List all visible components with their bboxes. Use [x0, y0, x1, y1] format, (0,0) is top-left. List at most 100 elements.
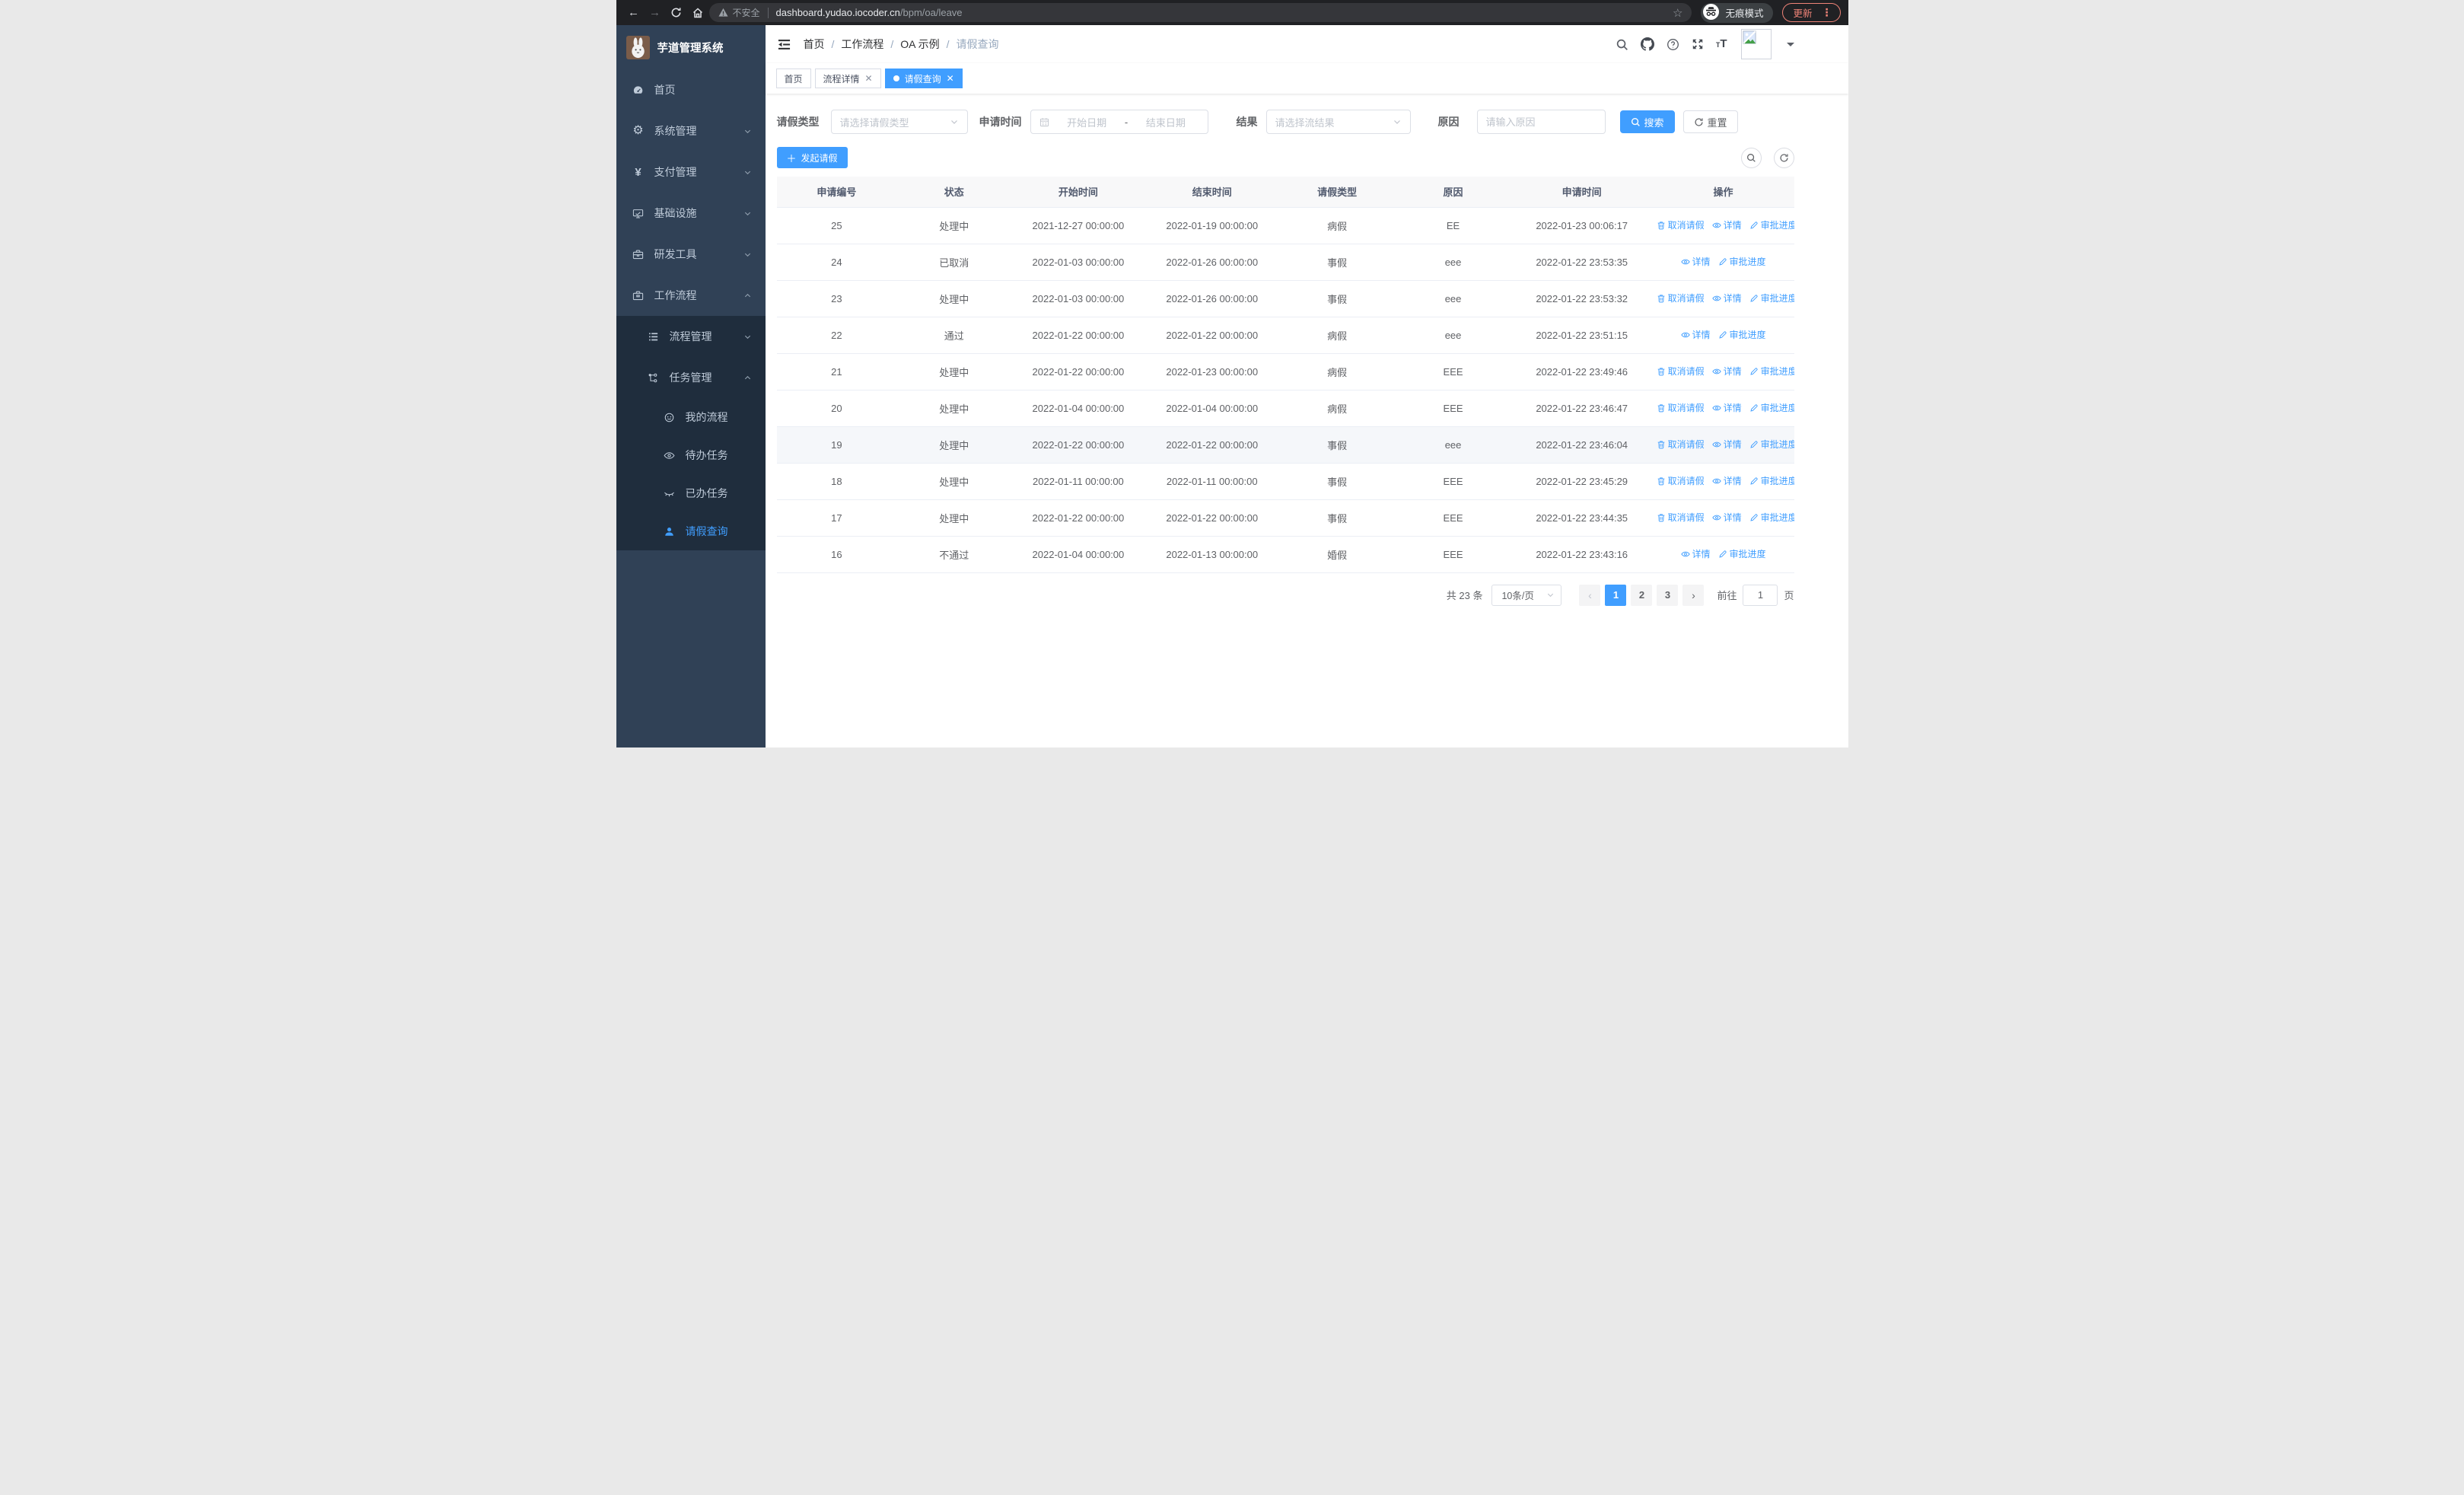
reason-input[interactable]	[1476, 110, 1606, 134]
apply-time-range-picker[interactable]: 开始日期 - 结束日期	[1030, 110, 1208, 134]
cell-id: 19	[776, 426, 897, 464]
show-search-icon[interactable]	[1740, 147, 1762, 168]
close-icon[interactable]: ✕	[865, 73, 873, 84]
cancel-leave-link[interactable]: 取消请假	[1657, 218, 1705, 231]
cell-actions: 取消请假 详情 审批进度	[1652, 463, 1794, 500]
cancel-leave-link[interactable]: 取消请假	[1657, 365, 1705, 378]
font-size-icon[interactable]: TT	[1716, 38, 1727, 50]
detail-link[interactable]: 详情	[1680, 328, 1711, 341]
tab-home[interactable]: 首页	[775, 69, 811, 88]
workflow-list-icon	[648, 331, 660, 343]
detail-link[interactable]: 详情	[1711, 511, 1742, 524]
chevron-down-icon[interactable]	[1786, 43, 1794, 50]
sidebar-item-devtools[interactable]: 研发工具	[616, 234, 766, 275]
progress-link[interactable]: 审批进度	[1749, 474, 1794, 487]
active-dot	[893, 75, 899, 81]
breadcrumb-workflow[interactable]: 工作流程	[841, 37, 883, 52]
app-title: 芋道管理系统	[657, 42, 724, 55]
cancel-leave-link[interactable]: 取消请假	[1657, 292, 1705, 304]
result-select[interactable]: 请选择流结果	[1265, 110, 1411, 134]
breadcrumb-home[interactable]: 首页	[804, 37, 825, 52]
sidebar-item-process-management[interactable]: 流程管理	[616, 316, 766, 357]
detail-link[interactable]: 详情	[1711, 365, 1742, 378]
progress-link[interactable]: 审批进度	[1749, 218, 1794, 231]
broken-image-icon	[1742, 30, 1756, 44]
back-icon[interactable]: ←	[624, 3, 644, 23]
end-date-input[interactable]: 结束日期	[1132, 115, 1199, 129]
sidebar-item-system[interactable]: ⚙ 系统管理	[616, 110, 766, 151]
reset-button[interactable]: 重置	[1682, 110, 1738, 133]
close-icon[interactable]: ✕	[947, 73, 954, 84]
sidebar-item-todo-tasks[interactable]: 待办任务	[616, 436, 766, 474]
bookmark-star-icon[interactable]: ☆	[1673, 6, 1682, 20]
sidebar-collapse-icon[interactable]	[777, 38, 791, 51]
security-warning[interactable]: 不安全	[718, 6, 760, 19]
sidebar-item-done-tasks[interactable]: 已办任务	[616, 474, 766, 512]
cancel-leave-link[interactable]: 取消请假	[1657, 438, 1705, 451]
breadcrumb-oa-example[interactable]: OA 示例	[900, 37, 939, 52]
progress-link[interactable]: 审批进度	[1749, 292, 1794, 304]
detail-link[interactable]: 详情	[1711, 438, 1742, 451]
sidebar-item-payment[interactable]: ¥ 支付管理	[616, 151, 766, 193]
prev-page-button[interactable]: ‹	[1579, 584, 1601, 606]
detail-link[interactable]: 详情	[1711, 401, 1742, 414]
search-icon[interactable]	[1616, 38, 1628, 51]
sidebar-item-workflow[interactable]: 工作流程	[616, 275, 766, 316]
page-button-1[interactable]: 1	[1605, 584, 1627, 606]
progress-link[interactable]: 审批进度	[1749, 511, 1794, 524]
progress-link[interactable]: 审批进度	[1749, 365, 1794, 378]
detail-link[interactable]: 详情	[1711, 474, 1742, 487]
home-icon[interactable]	[688, 3, 708, 23]
detail-link[interactable]: 详情	[1711, 292, 1742, 304]
fullscreen-icon[interactable]	[1692, 38, 1704, 50]
cell-id: 23	[776, 280, 897, 317]
tab-leave-query[interactable]: 请假查询 ✕	[884, 69, 963, 88]
refresh-table-icon[interactable]	[1773, 147, 1794, 168]
detail-link[interactable]: 详情	[1711, 218, 1742, 231]
help-icon[interactable]	[1667, 38, 1679, 51]
progress-link[interactable]: 审批进度	[1718, 547, 1766, 560]
avatar[interactable]	[1740, 29, 1772, 59]
progress-link[interactable]: 审批进度	[1749, 438, 1794, 451]
address-bar[interactable]: 不安全 dashboard.yudao.iocoder.cn/bpm/oa/le…	[708, 3, 1692, 22]
goto-page-input[interactable]	[1743, 584, 1778, 606]
page-button-3[interactable]: 3	[1657, 584, 1679, 606]
progress-link[interactable]: 审批进度	[1718, 255, 1766, 268]
cell-status: 处理中	[896, 426, 1012, 464]
sidebar-item-my-processes[interactable]: 我的流程	[616, 398, 766, 436]
sidebar-item-infrastructure[interactable]: 基础设施	[616, 193, 766, 234]
sidebar-item-home[interactable]: 首页	[616, 69, 766, 110]
detail-link[interactable]: 详情	[1680, 547, 1711, 560]
progress-link[interactable]: 审批进度	[1718, 328, 1766, 341]
forward-icon[interactable]: →	[645, 3, 665, 23]
sidebar-item-task-management[interactable]: 任务管理	[616, 357, 766, 398]
kebab-menu-icon[interactable]: ⋮	[1822, 6, 1832, 19]
cancel-leave-link[interactable]: 取消请假	[1657, 511, 1705, 524]
search-button[interactable]: 搜索	[1619, 110, 1675, 133]
pagination: 共 23 条 10条/页 ‹ 123 › 前往 页	[777, 584, 1794, 606]
col-leave-type: 请假类型	[1278, 177, 1396, 208]
cancel-leave-link[interactable]: 取消请假	[1657, 474, 1705, 487]
edit-icon	[1750, 295, 1758, 302]
detail-link[interactable]: 详情	[1680, 255, 1711, 268]
update-button[interactable]: 更新 ⋮	[1782, 3, 1841, 22]
leave-type-select[interactable]: 请选择请假类型	[830, 110, 968, 134]
next-page-button[interactable]: ›	[1682, 584, 1705, 606]
sidebar-item-leave-query[interactable]: 请假查询	[616, 512, 766, 550]
page-size-select[interactable]: 10条/页	[1491, 584, 1562, 606]
cell-actions: 详情 审批进度	[1652, 317, 1794, 354]
reload-icon[interactable]	[667, 3, 686, 23]
main-area: 首页 / 工作流程 / OA 示例 / 请假查询 TT 首页 流程详情 ✕ 请假…	[765, 25, 1848, 748]
eye-icon	[1711, 405, 1721, 411]
tab-process-detail[interactable]: 流程详情 ✕	[814, 69, 881, 88]
cancel-leave-link[interactable]: 取消请假	[1657, 401, 1705, 414]
start-date-input[interactable]: 开始日期	[1054, 115, 1120, 129]
create-leave-button[interactable]: ＋ 发起请假	[776, 147, 848, 168]
cell-start: 2022-01-04 00:00:00	[1011, 390, 1145, 427]
github-icon[interactable]	[1640, 37, 1654, 51]
page-button-2[interactable]: 2	[1631, 584, 1653, 606]
cell-id: 22	[776, 317, 897, 354]
eye-icon	[1711, 295, 1721, 301]
chevron-down-icon	[743, 127, 752, 135]
progress-link[interactable]: 审批进度	[1749, 401, 1794, 414]
